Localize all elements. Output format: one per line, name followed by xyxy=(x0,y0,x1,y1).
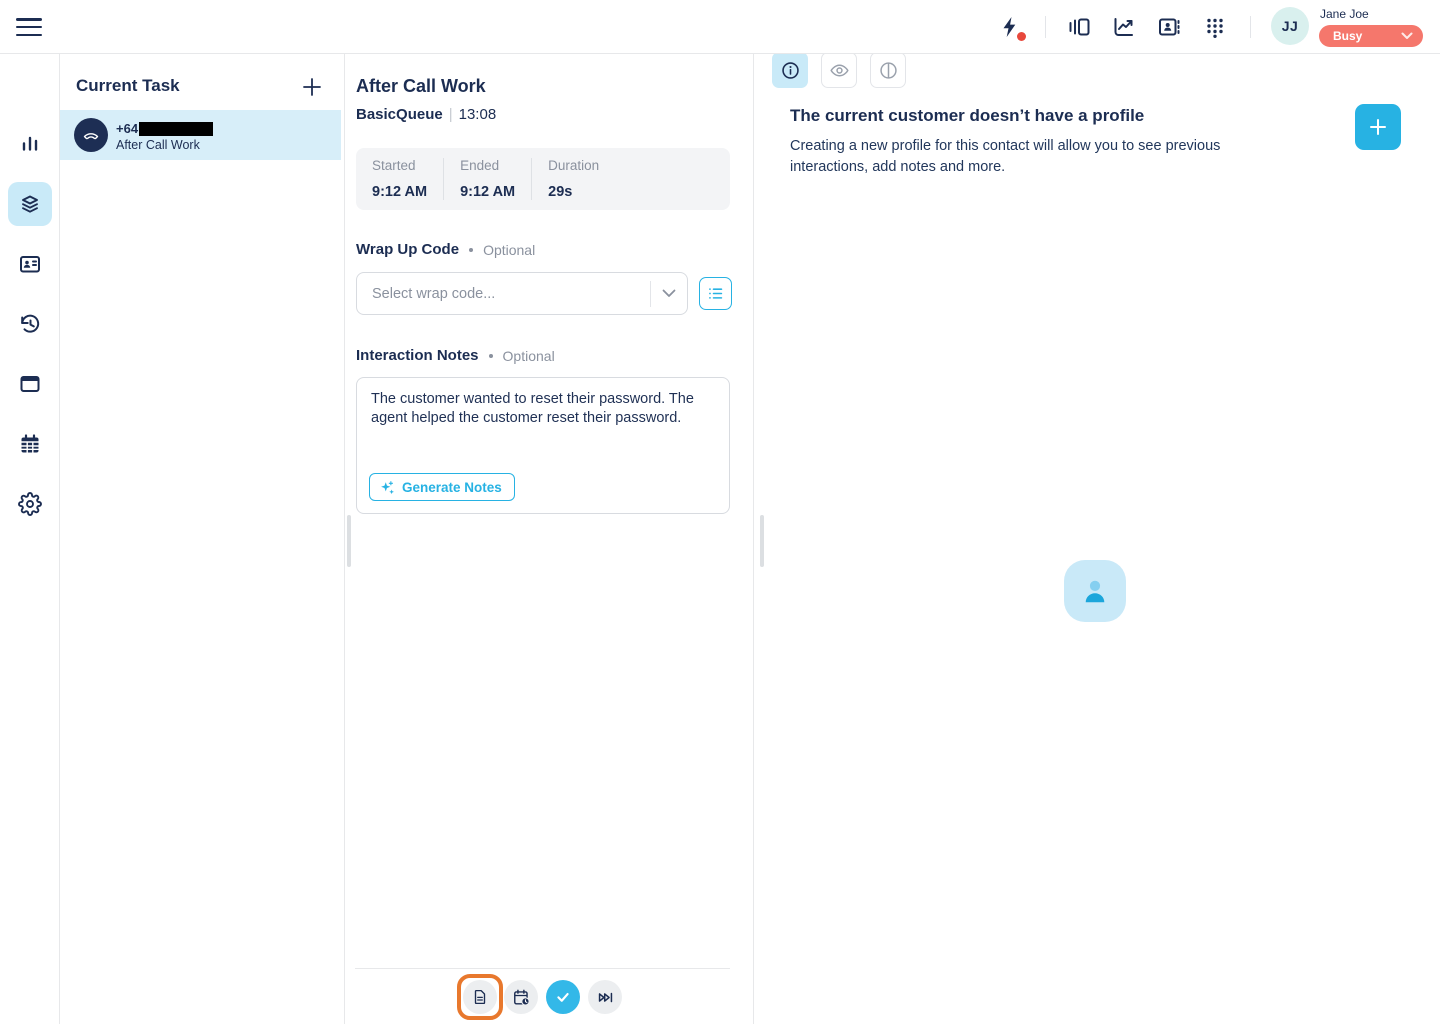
stat-started: Started 9:12 AM xyxy=(356,158,443,200)
task-list-panel: Current Task +64 After Call Work xyxy=(60,54,345,1024)
schedule-callback-action-button[interactable] xyxy=(504,980,538,1014)
panels-layout-icon[interactable] xyxy=(1067,15,1091,39)
generate-notes-button[interactable]: Generate Notes xyxy=(369,473,515,501)
stat-label: Ended xyxy=(460,158,515,173)
optional-tag: Optional xyxy=(503,348,555,364)
wrap-up-code-select[interactable]: Select wrap code... xyxy=(356,272,688,315)
left-nav-rail xyxy=(0,54,60,1024)
detail-title: After Call Work xyxy=(356,76,486,97)
user-avatar[interactable]: JJ xyxy=(1271,7,1309,45)
browser-window-icon xyxy=(18,372,42,396)
task-detail-panel: After Call Work BasicQueue | 13:08 Started… xyxy=(345,54,754,1024)
layers-icon xyxy=(18,192,42,216)
queue-name: BasicQueue xyxy=(356,106,443,123)
dot-separator xyxy=(489,354,493,358)
agent-workspace: JJ Jane Joe Busy xyxy=(0,0,1440,1024)
customer-profile-panel: The current customer doesn’t have a prof… xyxy=(754,54,1440,1024)
notification-dot xyxy=(1017,32,1026,41)
task-panel-title: Current Task xyxy=(76,76,180,96)
task-row-after-call-work[interactable]: +64 After Call Work xyxy=(60,110,341,160)
settings-gear-icon xyxy=(18,492,42,516)
profile-avatar-placeholder xyxy=(1064,560,1126,622)
contact-card-icon[interactable] xyxy=(1157,15,1181,39)
stat-duration: Duration 29s xyxy=(531,158,615,200)
skip-next-action-button[interactable] xyxy=(588,980,622,1014)
nav-calendar[interactable] xyxy=(8,422,52,466)
interaction-notes-label-text: Interaction Notes xyxy=(356,347,479,364)
tab-compare[interactable] xyxy=(870,52,906,88)
call-stats-box: Started 9:12 AM Ended 9:12 AM Duration 2… xyxy=(356,148,730,210)
chevron-down-icon xyxy=(1401,32,1413,40)
user-name: Jane Joe xyxy=(1320,7,1369,21)
nav-contacts[interactable] xyxy=(8,242,52,286)
nav-history[interactable] xyxy=(8,302,52,346)
optional-tag: Optional xyxy=(483,242,535,258)
calendar-clock-icon xyxy=(512,988,531,1007)
wrap-up-code-list-button[interactable] xyxy=(699,277,732,310)
subtitle-separator: | xyxy=(449,106,453,123)
top-bar: JJ Jane Joe Busy xyxy=(0,0,1440,54)
stat-label: Duration xyxy=(548,158,599,173)
document-icon xyxy=(471,988,489,1006)
stat-ended: Ended 9:12 AM xyxy=(443,158,531,200)
nav-metrics[interactable] xyxy=(8,122,52,166)
bulleted-list-icon xyxy=(706,284,725,303)
task-phone-prefix: +64 xyxy=(116,121,138,136)
divider xyxy=(355,968,730,969)
nav-settings[interactable] xyxy=(8,482,52,526)
divider xyxy=(1045,16,1046,38)
sparkles-ai-icon xyxy=(379,479,396,496)
scrollbar-thumb[interactable] xyxy=(347,515,351,567)
select-placeholder: Select wrap code... xyxy=(372,286,650,302)
plus-icon xyxy=(1366,115,1390,139)
plus-icon xyxy=(300,75,324,99)
stat-label: Started xyxy=(372,158,427,173)
interaction-notes-label: Interaction Notes Optional xyxy=(356,347,555,364)
generate-notes-label: Generate Notes xyxy=(402,480,502,495)
bar-chart-icon xyxy=(18,132,42,156)
scrollbar-thumb[interactable] xyxy=(760,515,764,567)
calendar-icon xyxy=(18,432,42,456)
check-icon xyxy=(553,987,573,1007)
complete-task-button[interactable] xyxy=(546,980,580,1014)
divider xyxy=(1250,16,1251,38)
skip-forward-icon xyxy=(596,988,615,1007)
analytics-chart-icon[interactable] xyxy=(1112,15,1136,39)
wrap-up-code-label-text: Wrap Up Code xyxy=(356,241,459,258)
stat-value: 29s xyxy=(548,184,599,200)
quick-actions-lightning-icon[interactable] xyxy=(998,15,1022,39)
task-timer: 13:08 xyxy=(459,106,497,123)
tab-profile-info[interactable] xyxy=(772,52,808,88)
task-status: After Call Work xyxy=(116,138,200,152)
phone-ended-icon xyxy=(81,125,101,145)
dot-separator xyxy=(469,248,473,252)
no-profile-heading: The current customer doesn’t have a prof… xyxy=(790,106,1144,126)
info-icon xyxy=(780,60,801,81)
agent-status-label: Busy xyxy=(1333,29,1401,43)
agent-status-dropdown[interactable]: Busy xyxy=(1319,25,1423,47)
hamburger-menu-icon[interactable] xyxy=(16,14,44,40)
eye-icon xyxy=(829,60,850,81)
no-profile-description: Creating a new profile for this contact … xyxy=(790,136,1260,178)
nav-tasks[interactable] xyxy=(8,182,52,226)
interaction-notes-input[interactable]: The customer wanted to reset their passw… xyxy=(356,377,730,514)
phone-number-redaction xyxy=(139,122,213,136)
split-circle-icon xyxy=(878,60,899,81)
nav-browser[interactable] xyxy=(8,362,52,406)
person-icon xyxy=(1077,573,1113,609)
stat-value: 9:12 AM xyxy=(372,184,427,200)
wrap-up-code-label: Wrap Up Code Optional xyxy=(356,241,535,258)
dialpad-icon[interactable] xyxy=(1203,15,1227,39)
detail-subtitle: BasicQueue | 13:08 xyxy=(356,106,496,123)
stat-value: 9:12 AM xyxy=(460,184,515,200)
chevron-down-icon xyxy=(662,289,676,298)
interaction-notes-value: The customer wanted to reset their passw… xyxy=(371,390,719,428)
add-task-button[interactable] xyxy=(300,75,324,99)
create-profile-button[interactable] xyxy=(1355,104,1401,150)
history-icon xyxy=(18,312,42,336)
call-avatar xyxy=(74,118,108,152)
tab-preview[interactable] xyxy=(821,52,857,88)
contact-card-icon xyxy=(18,252,42,276)
notes-document-action-button[interactable] xyxy=(463,980,497,1014)
